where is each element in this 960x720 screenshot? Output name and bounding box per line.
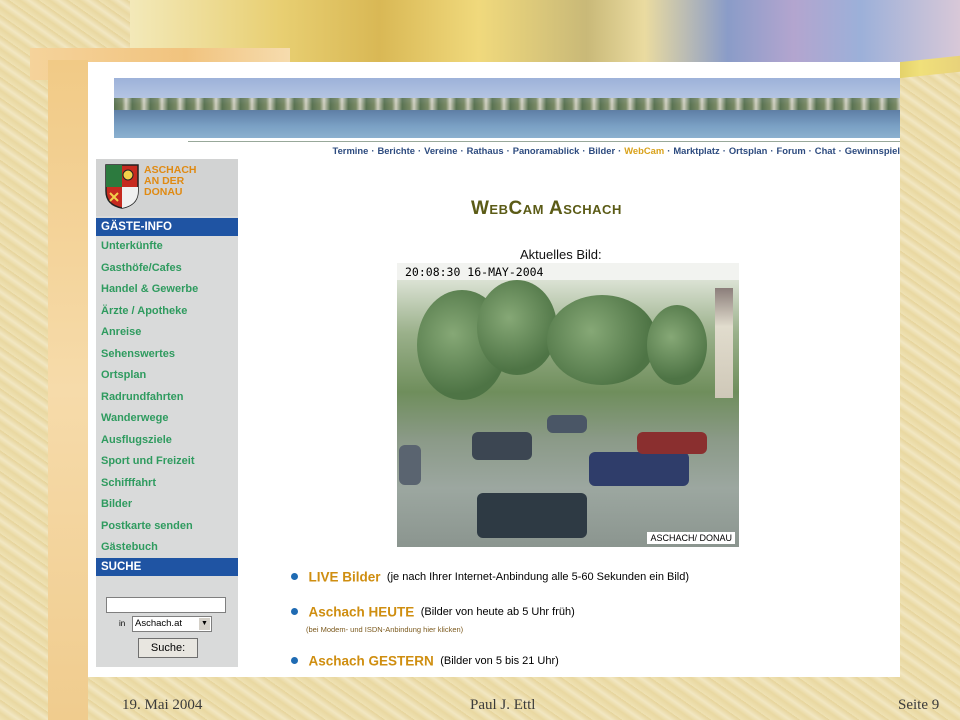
sidebar-item[interactable]: Handel & Gewerbe [96,279,238,301]
sidebar-item[interactable]: Ärzte / Apotheke [96,301,238,323]
webcam-scene [397,280,739,547]
nav-item-berichte[interactable]: Berichte [377,145,415,156]
sidebar-item[interactable]: Wanderwege [96,408,238,430]
sidebar-item[interactable]: Anreise [96,322,238,344]
panorama-banner [114,78,900,138]
crest-icon [105,164,139,209]
today-images-desc: (Bilder von heute ab 5 Uhr früh) [420,605,575,618]
nav-separator: · [582,145,586,156]
car [637,432,707,454]
webcam-caption: ASCHACH/ DONAU [647,532,735,544]
nav-item-vereine[interactable]: Vereine [424,145,457,156]
sidebar-menu: Unterkünfte Gasthöfe/Cafes Handel & Gewerb… [96,236,238,559]
car [589,452,689,486]
search-panel: in Aschach.at ▼ Suche: [96,589,238,667]
webcam-timestamp: 20:08:30 16-MAY-2004 [405,265,544,279]
yesterday-images-link[interactable]: Aschach GESTERN [308,653,433,668]
sidebar: ASCHACH AN DER DONAU GÄSTE-INFO Unterkün… [96,159,238,667]
nav-item-gewinnspiel[interactable]: Gewinnspiel [845,145,900,156]
nav-separator: · [618,145,622,156]
nav-separator: · [770,145,774,156]
nav-separator: · [667,145,671,156]
webcam-image: 20:08:30 16-MAY-2004 ASCHACH/ DONAU [397,263,739,547]
nav-item-termine[interactable]: Termine [333,145,369,156]
sidebar-item[interactable]: Unterkünfte [96,236,238,258]
page-title: WebCam Aschach [471,198,622,219]
logo-text: ASCHACH AN DER DONAU [144,165,236,198]
sidebar-item[interactable]: Sehenswertes [96,344,238,366]
car [477,493,587,538]
tree [647,305,707,385]
church-tower [715,288,733,398]
footer-author: Paul J. Ettl [470,697,536,713]
nav-separator: · [506,145,510,156]
nav-item-forum[interactable]: Forum [777,145,806,156]
today-images-link[interactable]: Aschach HEUTE [308,604,414,619]
sidebar-item[interactable]: Radrundfahrten [96,387,238,409]
nav-item-chat[interactable]: Chat [815,145,836,156]
logo-line-3: DONAU [144,186,183,198]
sidebar-item[interactable]: Bilder [96,494,238,516]
banner-shoreline [114,98,900,110]
search-button[interactable]: Suche: [138,638,198,658]
nav-separator: · [838,145,842,156]
sidebar-item[interactable]: Gasthöfe/Cafes [96,258,238,280]
footer-page-number: Seite 9 [898,697,940,713]
nav-separator: · [722,145,726,156]
sidebar-item[interactable]: Gästebuch [96,537,238,559]
live-images-desc: (je nach Ihrer Internet-Anbindung alle 5… [386,570,690,583]
top-navigation: Termine · Berichte · Vereine · Rathaus · Panoram… [188,141,900,159]
link-row-today: Aschach HEUTE (Bilder von heute ab 5 Uhr… [291,603,575,621]
nav-item-bilder[interactable]: Bilder [589,145,616,156]
footer-date: 19. Mai 2004 [122,697,203,713]
nav-item-rathaus[interactable]: Rathaus [467,145,504,156]
nav-separator: · [371,145,375,156]
sidebar-item[interactable]: Postkarte senden [96,516,238,538]
nav-item-marktplatz[interactable]: Marktplatz [673,145,719,156]
search-scope-value: Aschach.at [135,618,182,629]
sidebar-item[interactable]: Schifffahrt [96,473,238,495]
nav-separator: · [460,145,464,156]
modem-isdn-link[interactable]: (bei Modem- und ISDN-Anbindung hier klic… [306,625,463,634]
nav-separator: · [417,145,422,156]
car [472,432,532,460]
nav-item-ortsplan[interactable]: Ortsplan [729,145,768,156]
link-row-yesterday: Aschach GESTERN (Bilder von 5 bis 21 Uhr… [291,652,559,670]
sidebar-item[interactable]: Ausflugsziele [96,430,238,452]
sidebar-item[interactable]: Sport und Freizeit [96,451,238,473]
bullet-icon [291,573,298,581]
dropdown-arrow-icon[interactable]: ▼ [199,618,210,630]
site-logo[interactable]: ASCHACH AN DER DONAU [96,159,238,216]
webpage-screenshot: Termine · Berichte · Vereine · Rathaus · Panoram… [88,62,900,677]
bullet-icon [291,608,298,616]
current-image-label: Aktuelles Bild: [520,247,602,262]
link-row-live: LIVE Bilder (je nach Ihrer Internet-Anbi… [291,568,689,586]
search-in-label: in [119,619,126,628]
live-images-link[interactable]: LIVE Bilder [308,569,380,584]
decorative-left-bar [48,60,88,720]
nav-separator: · [808,145,812,156]
sidebar-header-search: SUCHE [96,558,238,576]
sidebar-header-guest-info: GÄSTE-INFO [96,218,238,236]
search-scope-select[interactable]: Aschach.at ▼ [132,616,212,632]
nav-item-panoramablick[interactable]: Panoramablick [513,145,580,156]
nav-item-webcam[interactable]: WebCam [624,145,664,156]
sidebar-item[interactable]: Ortsplan [96,365,238,387]
yesterday-images-desc: (Bilder von 5 bis 21 Uhr) [440,654,559,667]
tree [477,280,557,375]
tree [547,295,657,385]
search-input[interactable] [106,597,226,613]
car [399,445,421,485]
bullet-icon [291,657,298,665]
car [547,415,587,433]
